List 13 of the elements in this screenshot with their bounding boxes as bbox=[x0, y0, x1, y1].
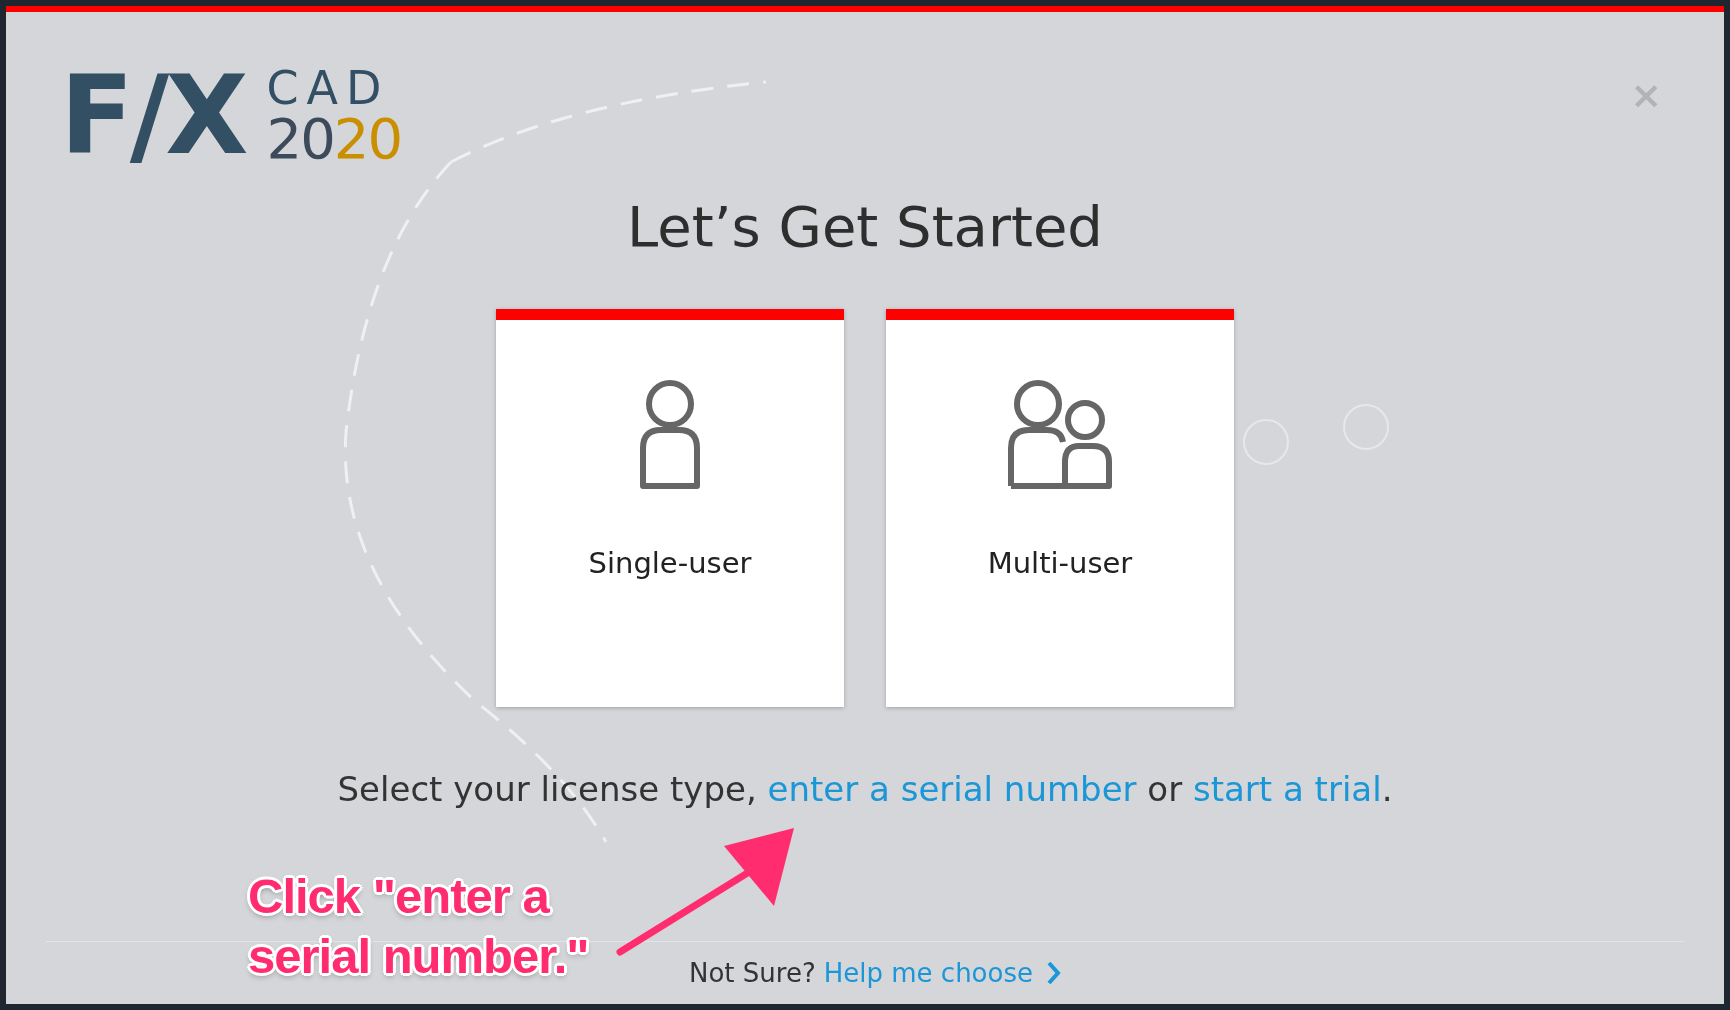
people-icon bbox=[1007, 378, 1113, 490]
text-link[interactable]: enter a serial number bbox=[767, 769, 1137, 809]
footer-question: Not Sure? bbox=[689, 958, 816, 988]
annotation-text: Click "enter a serial number." bbox=[248, 868, 590, 985]
help-link[interactable]: Help me choose bbox=[823, 958, 1061, 988]
license-option-card[interactable]: Multi-user bbox=[886, 309, 1234, 707]
person-icon bbox=[639, 378, 701, 490]
dialog-title: Let’s Get Started bbox=[627, 194, 1103, 259]
text-link[interactable]: start a trial bbox=[1192, 769, 1382, 809]
license-option-card[interactable]: Single-user bbox=[496, 309, 844, 707]
chevron-right-icon bbox=[1047, 961, 1061, 985]
instruction-text: Select your license type, enter a serial number or start a trial. bbox=[337, 769, 1393, 809]
close-button[interactable]: × bbox=[1626, 76, 1666, 114]
